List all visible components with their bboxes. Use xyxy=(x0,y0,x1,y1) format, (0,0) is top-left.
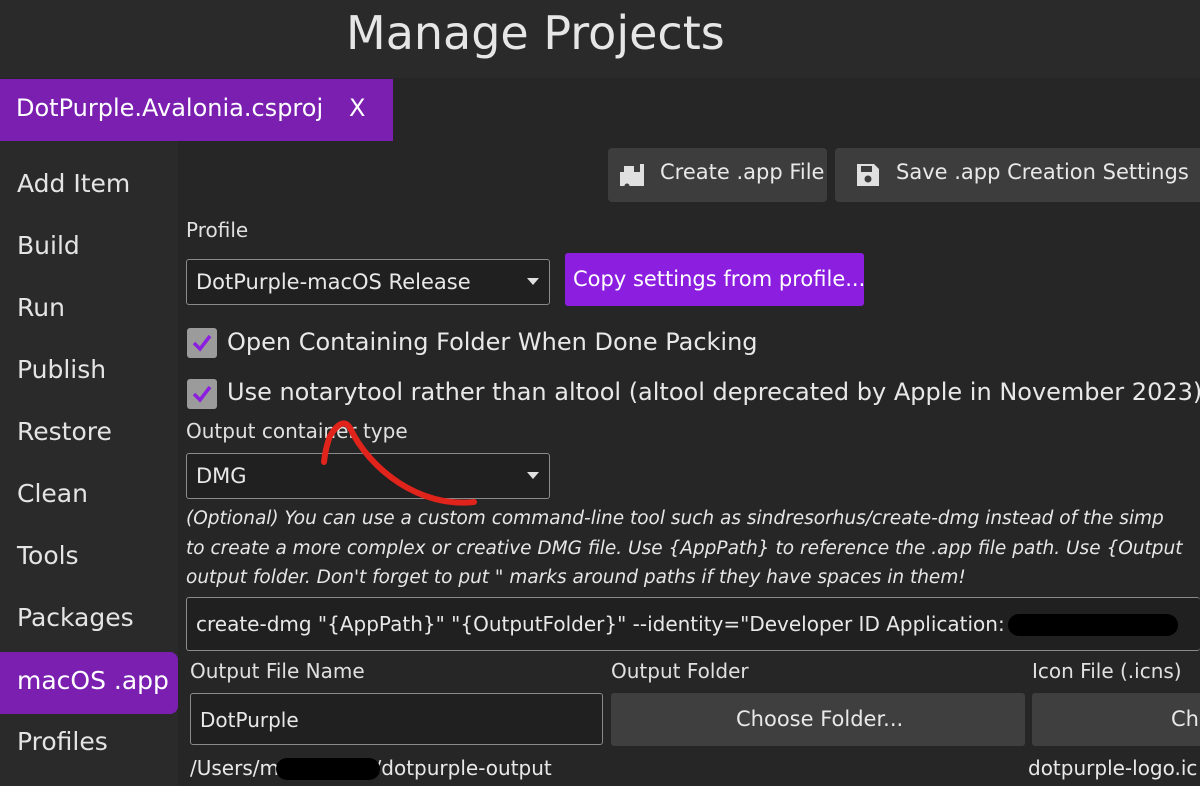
sidebar-item-publish[interactable]: Publish xyxy=(0,341,178,403)
choose-icon-label: Ch xyxy=(1171,707,1199,731)
redaction-mark xyxy=(276,758,380,780)
sidebar: Add Item Build Run Publish Restore Clean… xyxy=(0,141,178,786)
sidebar-item-label: Restore xyxy=(17,417,112,446)
sidebar-item-label: Profiles xyxy=(17,727,108,756)
create-app-label: Create .app File xyxy=(660,160,825,184)
checkmark-icon xyxy=(192,334,212,352)
chevron-down-icon xyxy=(527,278,539,285)
help-text-line: output folder. Don't forget to put " mar… xyxy=(186,567,966,588)
save-settings-button[interactable]: Save .app Creation Settings xyxy=(835,148,1200,202)
sidebar-item-packages[interactable]: Packages xyxy=(0,589,178,651)
sidebar-item-label: Run xyxy=(17,293,65,322)
create-app-button[interactable]: Create .app File xyxy=(608,148,827,202)
output-file-name-value: DotPurple xyxy=(200,708,299,732)
output-file-name-label: Output File Name xyxy=(190,659,365,683)
profile-select-value: DotPurple-macOS Release xyxy=(196,270,471,294)
tab-project-label: DotPurple.Avalonia.csproj xyxy=(16,94,324,122)
chevron-down-icon xyxy=(527,472,539,479)
tab-project[interactable]: DotPurple.Avalonia.csproj X xyxy=(0,79,393,141)
choose-icon-button[interactable]: Ch xyxy=(1032,693,1200,746)
profile-select[interactable]: DotPurple-macOS Release xyxy=(186,259,550,305)
sidebar-item-restore[interactable]: Restore xyxy=(0,403,178,465)
sidebar-item-clean[interactable]: Clean xyxy=(0,465,178,527)
sidebar-item-label: Clean xyxy=(17,479,88,508)
copy-settings-label: Copy settings from profile... xyxy=(573,267,866,291)
icon-path-text: dotpurple-logo.ic xyxy=(1028,756,1198,780)
open-folder-label: Open Containing Folder When Done Packing xyxy=(227,328,758,356)
output-container-value: DMG xyxy=(196,464,247,488)
save-icon xyxy=(857,164,879,186)
sidebar-item-profiles[interactable]: Profiles xyxy=(0,713,178,775)
title-bar: Manage Projects xyxy=(0,0,1200,78)
notarytool-checkbox[interactable] xyxy=(187,379,217,409)
save-settings-label: Save .app Creation Settings xyxy=(896,160,1189,184)
package-icon xyxy=(620,164,644,188)
output-path-text: /Users/m /Desktop/dotpurple-output xyxy=(190,756,552,780)
checkmark-icon xyxy=(192,385,212,403)
sidebar-item-add-item[interactable]: Add Item xyxy=(0,155,178,217)
tab-close-button[interactable]: X xyxy=(349,94,365,122)
help-text-line: (Optional) You can use a custom command-… xyxy=(186,508,1164,529)
choose-folder-button[interactable]: Choose Folder... xyxy=(611,693,1025,746)
choose-folder-label: Choose Folder... xyxy=(736,707,904,731)
profile-label: Profile xyxy=(186,218,249,242)
icon-file-label: Icon File (.icns) xyxy=(1032,659,1182,683)
open-folder-checkbox[interactable] xyxy=(187,328,217,358)
sidebar-item-tools[interactable]: Tools xyxy=(0,527,178,589)
window-title: Manage Projects xyxy=(346,6,725,60)
sidebar-item-label: Build xyxy=(17,231,80,260)
annotation-arrow xyxy=(321,420,477,506)
sidebar-item-label: Tools xyxy=(17,541,79,570)
output-folder-label: Output Folder xyxy=(611,659,749,683)
sidebar-item-label: macOS .app xyxy=(17,666,169,695)
help-text-line: to create a more complex or creative DMG… xyxy=(186,538,1183,559)
sidebar-item-macos-app[interactable]: macOS .app xyxy=(0,652,178,714)
sidebar-item-run[interactable]: Run xyxy=(0,279,178,341)
output-file-name-input[interactable]: DotPurple xyxy=(190,693,603,745)
sidebar-item-build[interactable]: Build xyxy=(0,217,178,279)
command-input-value: create-dmg "{AppPath}" "{OutputFolder}" … xyxy=(196,612,1043,636)
copy-settings-button[interactable]: Copy settings from profile... xyxy=(565,253,866,306)
sidebar-item-label: Publish xyxy=(17,355,107,384)
redaction-mark xyxy=(1008,614,1178,636)
sidebar-item-label: Add Item xyxy=(17,169,131,198)
sidebar-item-label: Packages xyxy=(17,603,134,632)
